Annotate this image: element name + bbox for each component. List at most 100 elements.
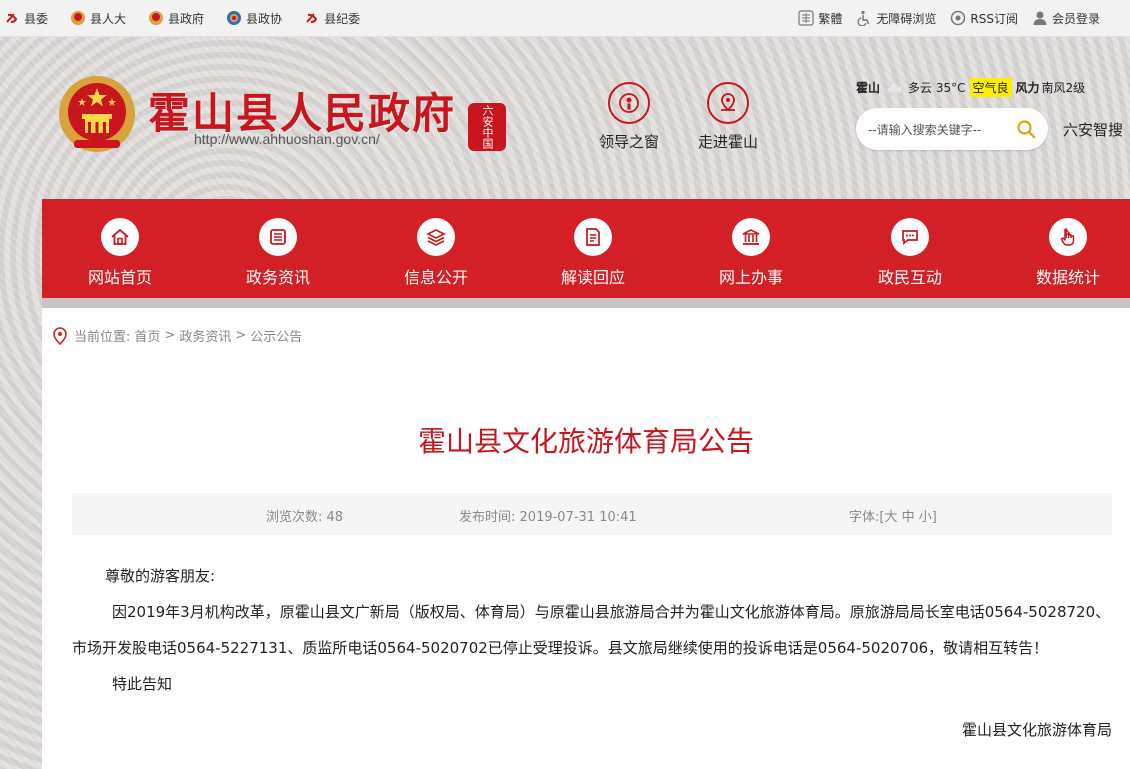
quick-link-leaders[interactable]: 领导之窗 <box>584 82 674 152</box>
top-bar: 县委 县人大 县政府 县政协 县纪委 繁體 无障碍浏览 RSS订阅 会员登录 <box>0 0 1130 37</box>
publish-time: 发布时间: 2019-07-31 10:41 <box>459 506 637 525</box>
cppcc-emblem-icon <box>227 11 242 25</box>
link-xianzhengxie[interactable]: 县政协 <box>226 10 282 27</box>
traditional-chinese-icon <box>798 10 814 26</box>
newspaper-icon <box>259 218 297 256</box>
nav-label: 解读回应 <box>560 268 625 287</box>
leader-icon <box>608 82 650 124</box>
breadcrumb: 当前位置: 首页 > 政务资讯 > 公示公告 <box>52 326 306 345</box>
nav-news[interactable]: 政务资讯 <box>228 218 328 288</box>
link-label: 无障碍浏览 <box>876 11 937 26</box>
publish-time-value: 2019-07-31 10:41 <box>519 510 637 525</box>
party-emblem-icon <box>6 13 18 23</box>
location-pin-icon <box>53 326 67 345</box>
nav-info-disclosure[interactable]: 信息公开 <box>386 218 486 288</box>
search-input[interactable] <box>866 118 1010 142</box>
article-closing: 特此告知 <box>112 675 173 693</box>
nav-label: 网上办事 <box>718 268 783 287</box>
government-building-icon <box>732 218 770 256</box>
link-xianjiwei[interactable]: 县纪委 <box>304 10 360 27</box>
font-size-bracket: ] <box>931 510 937 525</box>
aqi-badge: 空气良 <box>969 78 1012 97</box>
top-left-links: 县委 县人大 县政府 县政协 县纪委 <box>4 0 360 36</box>
nav-statistics[interactable]: 数据统计 <box>1018 218 1118 288</box>
wind-label: 风力 <box>1015 81 1040 95</box>
nav-shadow <box>42 298 1130 308</box>
link-rss[interactable]: RSS订阅 <box>950 10 1018 27</box>
quick-link-visit-huoshan[interactable]: 走进霍山 <box>683 82 773 152</box>
national-emblem-icon <box>149 11 164 25</box>
link-xianwei[interactable]: 县委 <box>4 10 48 27</box>
hand-pointer-icon <box>1049 218 1087 256</box>
breadcrumb-home[interactable]: 首页 <box>134 326 160 345</box>
weather-city: 霍山 <box>856 81 881 95</box>
link-accessibility[interactable]: 无障碍浏览 <box>856 10 936 27</box>
chat-icon <box>891 218 929 256</box>
cloud-icon <box>886 81 904 93</box>
link-label: 县政府 <box>168 11 205 26</box>
view-count-value: 48 <box>326 510 344 525</box>
nav-home[interactable]: 网站首页 <box>70 218 170 288</box>
font-size-label: 字体:[ <box>849 510 885 525</box>
liuan-seal-logo: 六安中国 <box>468 103 506 151</box>
nav-label: 数据统计 <box>1035 268 1100 287</box>
main-nav: 网站首页 政务资讯 信息公开 解读回应 网上办事 政民互动 数据统计 <box>42 199 1130 298</box>
font-medium-button[interactable]: 中 <box>902 510 915 525</box>
link-label: 县人大 <box>90 11 127 26</box>
link-label: 县委 <box>24 11 49 26</box>
publish-time-label: 发布时间: <box>459 510 516 525</box>
search-box <box>856 108 1048 150</box>
national-emblem-icon <box>71 11 86 25</box>
location-pin-icon <box>707 82 749 124</box>
party-emblem-icon <box>306 13 318 23</box>
document-icon <box>574 218 612 256</box>
link-label: 县政协 <box>246 11 283 26</box>
nav-label: 政务资讯 <box>245 268 310 287</box>
breadcrumb-notices[interactable]: 公示公告 <box>250 326 302 345</box>
rss-icon <box>951 10 966 26</box>
link-label: 会员登录 <box>1051 11 1100 26</box>
nav-interaction[interactable]: 政民互动 <box>860 218 960 288</box>
user-icon <box>1033 11 1047 25</box>
article-body: 尊敬的游客朋友: 因2019年3月机构改革，原霍山县文广新局（版权局、体育局）与… <box>72 558 1112 748</box>
nav-label: 网站首页 <box>87 268 152 287</box>
top-right-links: 繁體 无障碍浏览 RSS订阅 会员登录 <box>784 0 1100 36</box>
home-icon <box>101 218 139 256</box>
link-xianzhengfu[interactable]: 县政府 <box>148 10 204 27</box>
nav-online-services[interactable]: 网上办事 <box>701 218 801 288</box>
view-count-label: 浏览次数: <box>266 510 323 525</box>
link-member-login[interactable]: 会员登录 <box>1032 10 1100 27</box>
site-url: http://www.ahhuoshan.gov.cn/ <box>194 131 380 147</box>
link-label: 繁體 <box>818 11 843 26</box>
article-paragraph: 因2019年3月机构改革，原霍山县文广新局（版权局、体育局）与原霍山县旅游局合并… <box>72 603 1111 657</box>
nav-label: 信息公开 <box>403 268 468 287</box>
search-icon[interactable] <box>1016 119 1036 139</box>
article-title: 霍山县文化旅游体育局公告 <box>417 425 754 458</box>
article-greeting: 尊敬的游客朋友: <box>105 567 216 585</box>
link-traditional-chinese[interactable]: 繁體 <box>798 10 842 27</box>
national-emblem-logo[interactable] <box>58 74 136 156</box>
link-xianrenda[interactable]: 县人大 <box>70 10 126 27</box>
quick-link-label: 走进霍山 <box>697 133 758 151</box>
font-small-button[interactable]: 小 <box>919 510 932 525</box>
nav-label: 政民互动 <box>877 268 942 287</box>
breadcrumb-label: 当前位置: <box>74 330 131 345</box>
link-label: RSS订阅 <box>970 11 1018 26</box>
wind-value: 南风2级 <box>1041 81 1086 95</box>
link-label: 县纪委 <box>324 11 361 26</box>
quick-link-label: 领导之窗 <box>598 133 659 151</box>
breadcrumb-news[interactable]: 政务资讯 <box>179 326 231 345</box>
font-large-button[interactable]: 大 <box>884 510 897 525</box>
breadcrumb-separator: > <box>235 328 247 343</box>
weather-condition: 多云 <box>908 81 933 95</box>
content-panel: 当前位置: 首页 > 政务资讯 > 公示公告 霍山县文化旅游体育局公告 浏览次数… <box>42 308 1130 769</box>
weather-widget: 霍山 多云 35°C 空气良 风力 南风2级 <box>856 78 1085 97</box>
liuan-smart-search-link[interactable]: 六安智搜 <box>1063 119 1123 140</box>
breadcrumb-separator: > <box>164 328 176 343</box>
article-signature: 霍山县文化旅游体育局 <box>961 721 1112 739</box>
weather-temp: 35°C <box>935 80 966 95</box>
accessibility-icon <box>857 10 870 26</box>
layers-icon <box>417 218 455 256</box>
nav-interpretation[interactable]: 解读回应 <box>543 218 643 288</box>
font-size-control: 字体:[大 中 小] <box>849 506 937 525</box>
